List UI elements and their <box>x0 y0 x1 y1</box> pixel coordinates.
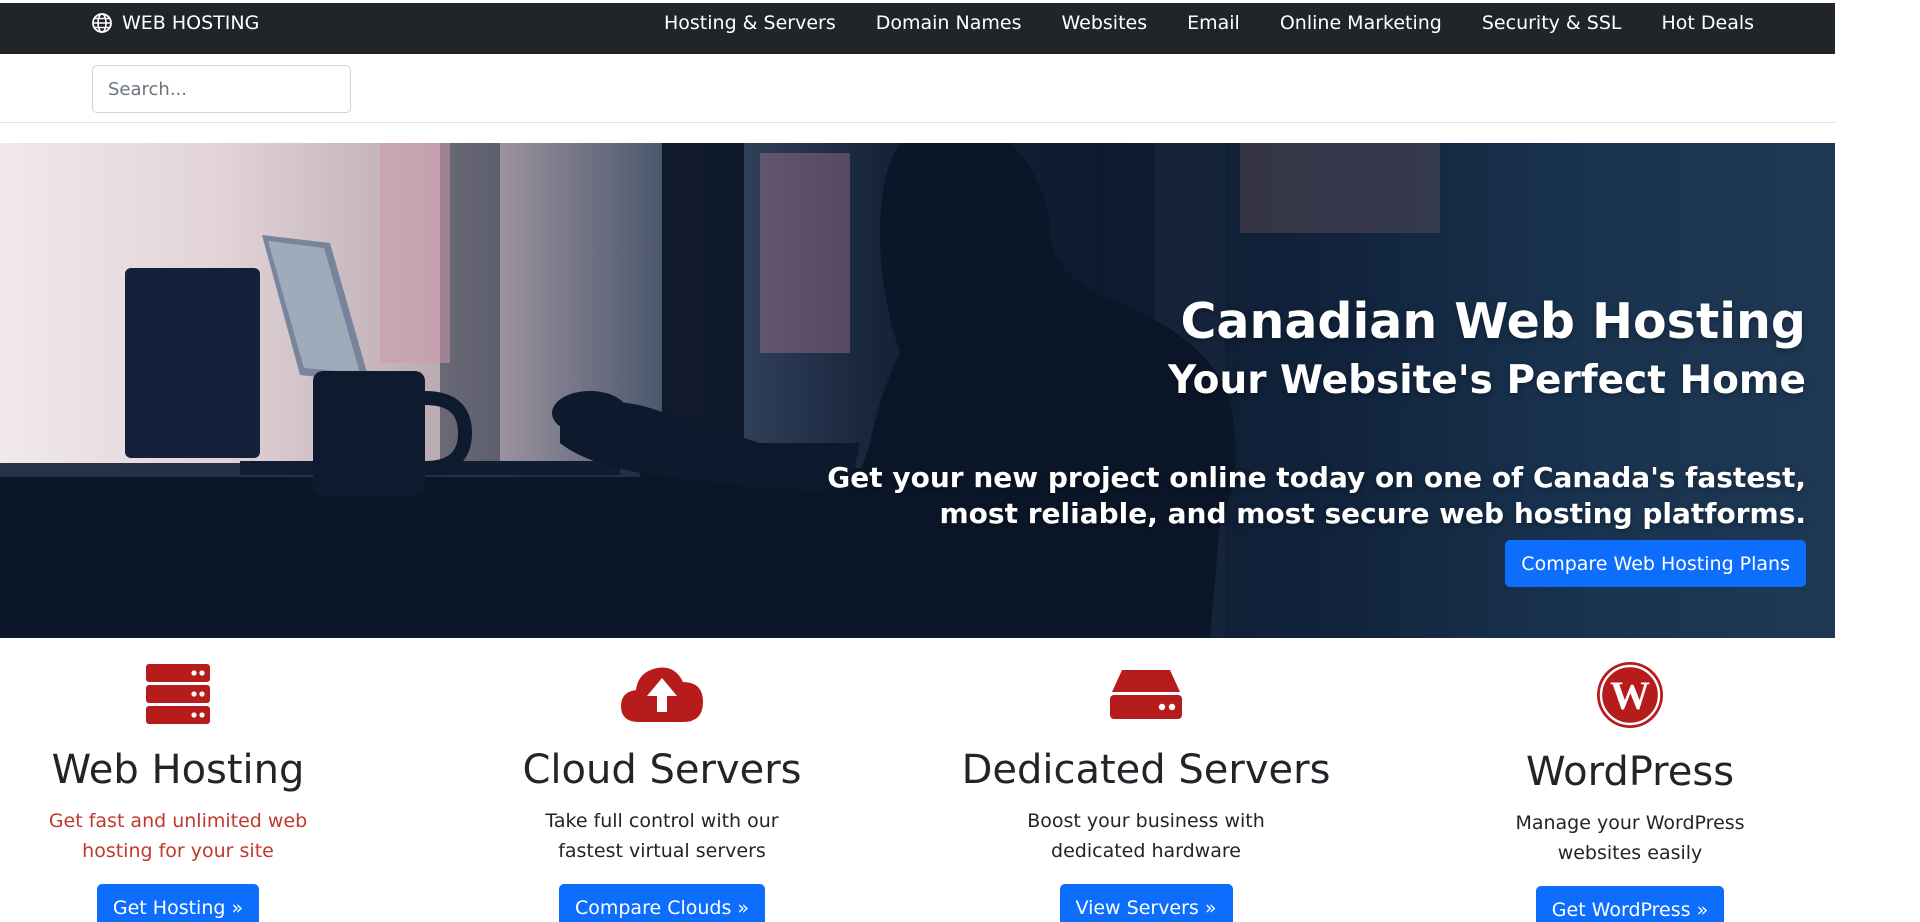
hard-drive-icon <box>1110 670 1182 719</box>
nav-link-email[interactable]: Email <box>1167 12 1260 34</box>
search-input[interactable] <box>92 65 351 113</box>
hero-title: Canadian Web Hosting <box>1180 293 1806 350</box>
compare-clouds-button[interactable]: Compare Clouds » <box>558 884 766 922</box>
feature-description: Get fast and unlimited web hosting for y… <box>48 810 308 862</box>
nav-link-security-ssl[interactable]: Security & SSL <box>1462 12 1642 34</box>
wordpress-icon: W <box>1597 662 1663 728</box>
feature-description: Take full control with our fastest virtu… <box>545 810 779 862</box>
feature-card-dedicated-servers: Dedicated Servers Boost your business wi… <box>926 638 1366 922</box>
nav-link-hot-deals[interactable]: Hot Deals <box>1642 12 1775 34</box>
feature-card-cloud-servers: Cloud Servers Take full control with our… <box>442 638 882 922</box>
feature-card-wordpress: W WordPress Manage your WordPress websit… <box>1410 638 1850 922</box>
search-bar-section <box>0 54 1835 123</box>
get-hosting-button[interactable]: Get Hosting » <box>96 884 260 922</box>
feature-title: Dedicated Servers <box>961 747 1331 793</box>
top-navbar: WEB HOSTING Hosting & Servers Domain Nam… <box>0 3 1835 54</box>
feature-title: WordPress <box>1525 749 1735 795</box>
nav-link-domain-names[interactable]: Domain Names <box>856 12 1042 34</box>
brand-link[interactable]: WEB HOSTING <box>92 3 259 43</box>
nav-menu: Hosting & Servers Domain Names Websites … <box>644 3 1774 43</box>
globe-icon <box>92 13 112 33</box>
nav-link-online-marketing[interactable]: Online Marketing <box>1260 12 1462 34</box>
feature-title: Web Hosting <box>51 747 305 793</box>
hero-description: Get your new project online today on one… <box>827 461 1806 530</box>
feature-title: Cloud Servers <box>522 747 802 793</box>
hero-heading-group: Canadian Web Hosting Your Website's Perf… <box>1168 293 1806 405</box>
feature-description: Manage your WordPress websites easily <box>1515 812 1745 864</box>
features-section: Web Hosting Get fast and unlimited web h… <box>0 638 1835 922</box>
feature-description: Boost your business with dedicated hardw… <box>1027 810 1265 862</box>
compare-hosting-plans-button[interactable]: Compare Web Hosting Plans <box>1505 540 1806 587</box>
view-servers-button[interactable]: View Servers » <box>1059 884 1233 922</box>
hero-subtitle: Your Website's Perfect Home <box>1168 357 1806 403</box>
feature-card-web-hosting: Web Hosting Get fast and unlimited web h… <box>0 638 398 922</box>
brand-label: WEB HOSTING <box>122 12 260 34</box>
nav-link-websites[interactable]: Websites <box>1041 12 1167 34</box>
svg-text:W: W <box>1610 673 1650 718</box>
server-stack-icon <box>146 664 210 724</box>
get-wordpress-button[interactable]: Get WordPress » <box>1535 886 1725 922</box>
page: WEB HOSTING Hosting & Servers Domain Nam… <box>0 0 1835 922</box>
hero-banner: Canadian Web Hosting Your Website's Perf… <box>0 143 1835 638</box>
cloud-upload-icon <box>621 667 703 722</box>
nav-link-hosting-servers[interactable]: Hosting & Servers <box>644 12 856 34</box>
